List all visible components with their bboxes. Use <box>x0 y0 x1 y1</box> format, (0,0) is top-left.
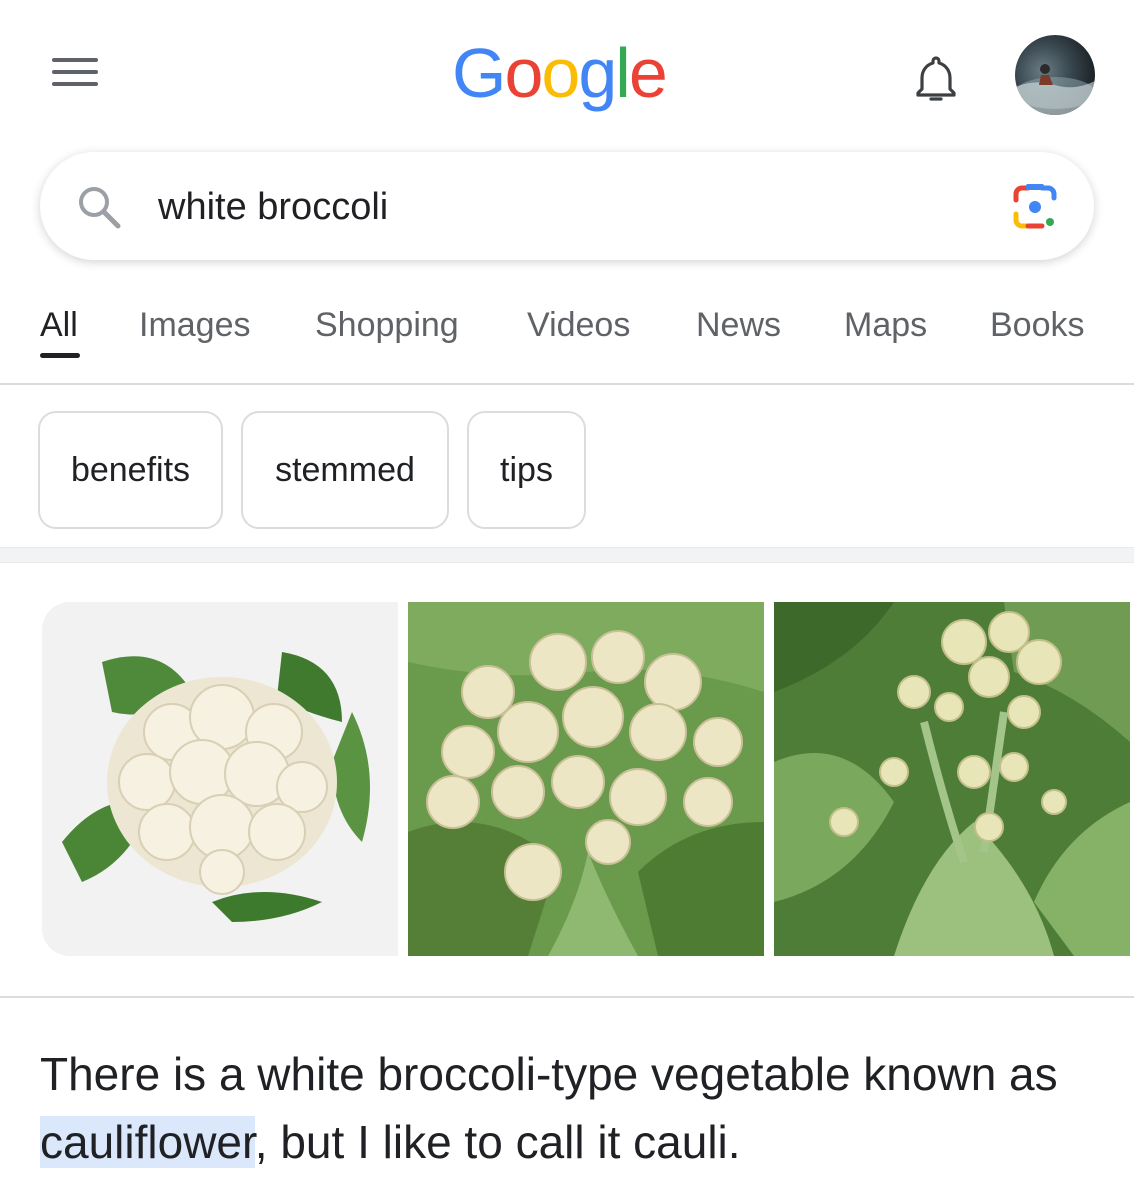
image-result-cauliflower[interactable] <box>42 602 398 956</box>
google-lens-icon[interactable] <box>1010 182 1060 232</box>
chip-stemmed[interactable]: stemmed <box>241 411 449 529</box>
menu-icon[interactable] <box>52 58 98 88</box>
answer-text-before: There is a white broccoli-type vegetable… <box>40 1048 1058 1100</box>
answer-highlight-cauliflower[interactable]: cauliflower <box>40 1116 255 1168</box>
active-tab-indicator <box>40 353 80 358</box>
top-bar: Google <box>0 0 1134 150</box>
search-input[interactable] <box>158 184 958 230</box>
chip-benefits[interactable]: benefits <box>38 411 223 529</box>
tab-books[interactable]: Books <box>990 303 1085 347</box>
answer-text-after: , but I like to call it cauli. <box>254 1116 741 1168</box>
tab-videos[interactable]: Videos <box>527 303 630 347</box>
tab-shopping[interactable]: Shopping <box>315 303 459 347</box>
tab-maps[interactable]: Maps <box>844 303 927 347</box>
tab-images[interactable]: Images <box>139 303 251 347</box>
google-logo[interactable]: Google <box>452 28 668 118</box>
bell-icon[interactable] <box>910 52 962 104</box>
image-result-white-broccoli[interactable] <box>408 602 764 956</box>
image-result-white-broccoli-field[interactable] <box>774 602 1130 956</box>
ai-answer-text: There is a white broccoli-type vegetable… <box>40 1040 1110 1176</box>
search-box <box>40 152 1094 260</box>
tab-all[interactable]: All <box>40 303 78 347</box>
search-icon[interactable] <box>76 184 122 230</box>
search-tabs: All Images Shopping Videos News Maps Boo… <box>0 295 1134 385</box>
results-divider <box>0 996 1134 998</box>
tab-news[interactable]: News <box>696 303 781 347</box>
chip-tips[interactable]: tips <box>467 411 586 529</box>
refinement-chips: benefits stemmed tips <box>0 385 1134 547</box>
section-separator <box>0 547 1134 563</box>
avatar[interactable] <box>1015 35 1095 115</box>
